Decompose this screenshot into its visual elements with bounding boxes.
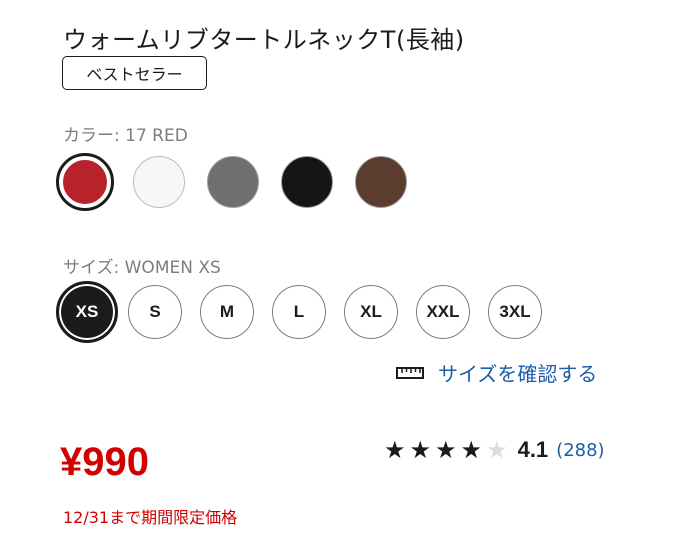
color-swatch-gray[interactable]	[204, 153, 262, 211]
color-swatch-red[interactable]	[56, 153, 114, 211]
rating-value: 4.1	[517, 437, 549, 462]
product-title: ウォームリブタートルネックT(長袖)	[63, 26, 465, 54]
size-option-m[interactable]: M	[200, 285, 254, 339]
promo-text: 12/31まで期間限定価格	[63, 508, 238, 527]
ruler-icon	[396, 366, 424, 380]
size-label: サイズ: WOMEN XS	[63, 253, 221, 278]
size-option-3xl[interactable]: 3XL	[488, 285, 542, 339]
swatch-fill	[133, 156, 185, 208]
color-label-prefix: カラー:	[63, 126, 126, 146]
review-count-link[interactable]: (288)	[556, 440, 604, 461]
rating-summary: ★ ★ ★ ★ ★ 4.1 (288)	[384, 437, 605, 463]
swatch-fill	[62, 159, 108, 205]
size-guide-link[interactable]: サイズを確認する	[396, 358, 597, 387]
color-selected-value: 17 RED	[125, 126, 188, 146]
color-swatch-list	[56, 153, 410, 211]
color-label: カラー: 17 RED	[63, 121, 188, 146]
size-option-xs[interactable]: XS	[56, 281, 118, 343]
swatch-fill	[207, 156, 259, 208]
star-filled-icon: ★	[409, 436, 432, 464]
star-rating: ★ ★ ★ ★ ★	[384, 438, 508, 462]
size-label-prefix: サイズ:	[63, 258, 125, 278]
swatch-fill	[355, 156, 407, 208]
size-option-list: XS S M L XL XXL 3XL	[56, 281, 542, 343]
star-filled-icon: ★	[384, 436, 406, 464]
star-filled-icon: ★	[460, 436, 483, 464]
size-option-xxl[interactable]: XXL	[416, 285, 470, 339]
star-filled-icon: ★	[435, 436, 457, 464]
color-swatch-brown[interactable]	[352, 153, 410, 211]
bestseller-badge: ベストセラー	[62, 56, 207, 90]
color-swatch-black[interactable]	[278, 153, 336, 211]
size-option-l[interactable]: L	[272, 285, 326, 339]
swatch-fill	[281, 156, 333, 208]
product-price: ¥990	[60, 440, 149, 484]
star-empty-icon: ★	[486, 436, 508, 464]
size-selected-value: WOMEN XS	[124, 258, 221, 278]
size-option-s[interactable]: S	[128, 285, 182, 339]
size-guide-label: サイズを確認する	[438, 362, 598, 386]
size-option-xl[interactable]: XL	[344, 285, 398, 339]
color-swatch-white[interactable]	[130, 153, 188, 211]
